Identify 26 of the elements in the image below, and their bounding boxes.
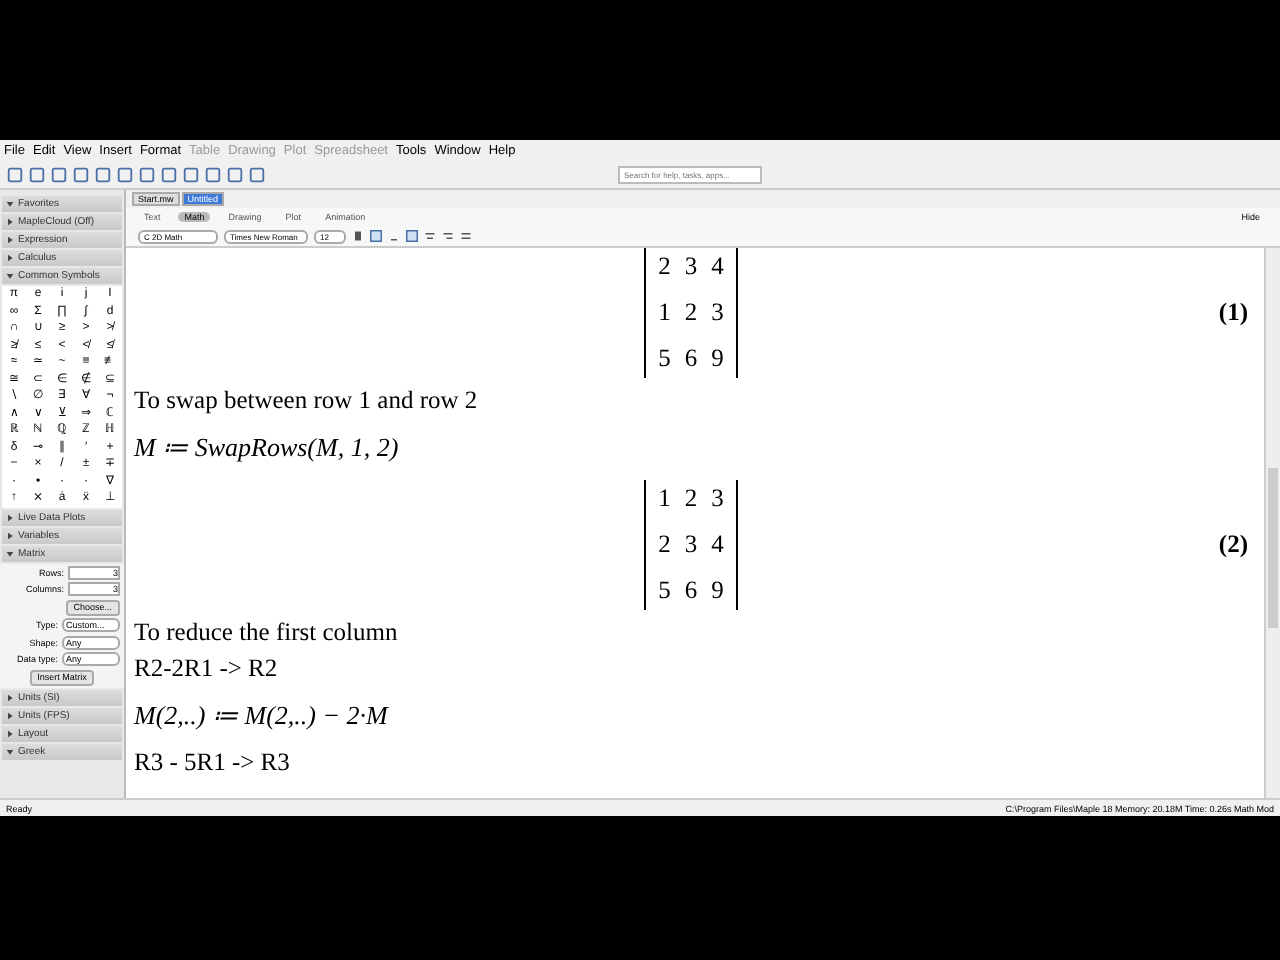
math-input[interactable]: M ≔ SwapRows(M, 1, 2) — [134, 432, 1248, 464]
equation-label: (2) — [1218, 530, 1248, 560]
expand-arrow-icon[interactable] — [6, 711, 14, 719]
expand-arrow-icon[interactable] — [6, 218, 14, 226]
collapse-arrow-icon[interactable] — [6, 549, 14, 557]
text-line: R3 - 5R1 -> R3 — [134, 748, 292, 778]
matrix-output: 2 3 4 1 2 3 5 6 9 — [644, 248, 738, 378]
expand-arrow-icon[interactable] — [6, 531, 14, 539]
text-line: To swap between row 1 and row 2 — [134, 386, 480, 416]
align-right-icon[interactable] — [442, 230, 454, 242]
list-icon[interactable] — [460, 230, 472, 242]
collapse-arrow-icon[interactable] — [6, 200, 14, 208]
equation-label: (1) — [1218, 298, 1248, 328]
expand-arrow-icon[interactable] — [6, 729, 14, 737]
collapse-arrow-icon[interactable] — [6, 747, 14, 755]
matrix-output: 1 2 3 2 3 4 5 6 9 — [644, 480, 738, 610]
align-center-icon[interactable] — [424, 230, 436, 242]
math-input[interactable]: M(2,..) ≔ M(2,..) − 2·M — [134, 700, 1248, 732]
expand-arrow-icon[interactable] — [6, 513, 14, 521]
text-line: R2-2R1 -> R2 — [134, 654, 280, 684]
expand-arrow-icon[interactable] — [6, 236, 14, 244]
text-line: To reduce the first column — [134, 618, 400, 648]
expand-arrow-icon[interactable] — [6, 254, 14, 262]
expand-arrow-icon[interactable] — [6, 693, 14, 701]
collapse-arrow-icon[interactable] — [6, 272, 14, 280]
scrollbar[interactable] — [1264, 248, 1280, 798]
